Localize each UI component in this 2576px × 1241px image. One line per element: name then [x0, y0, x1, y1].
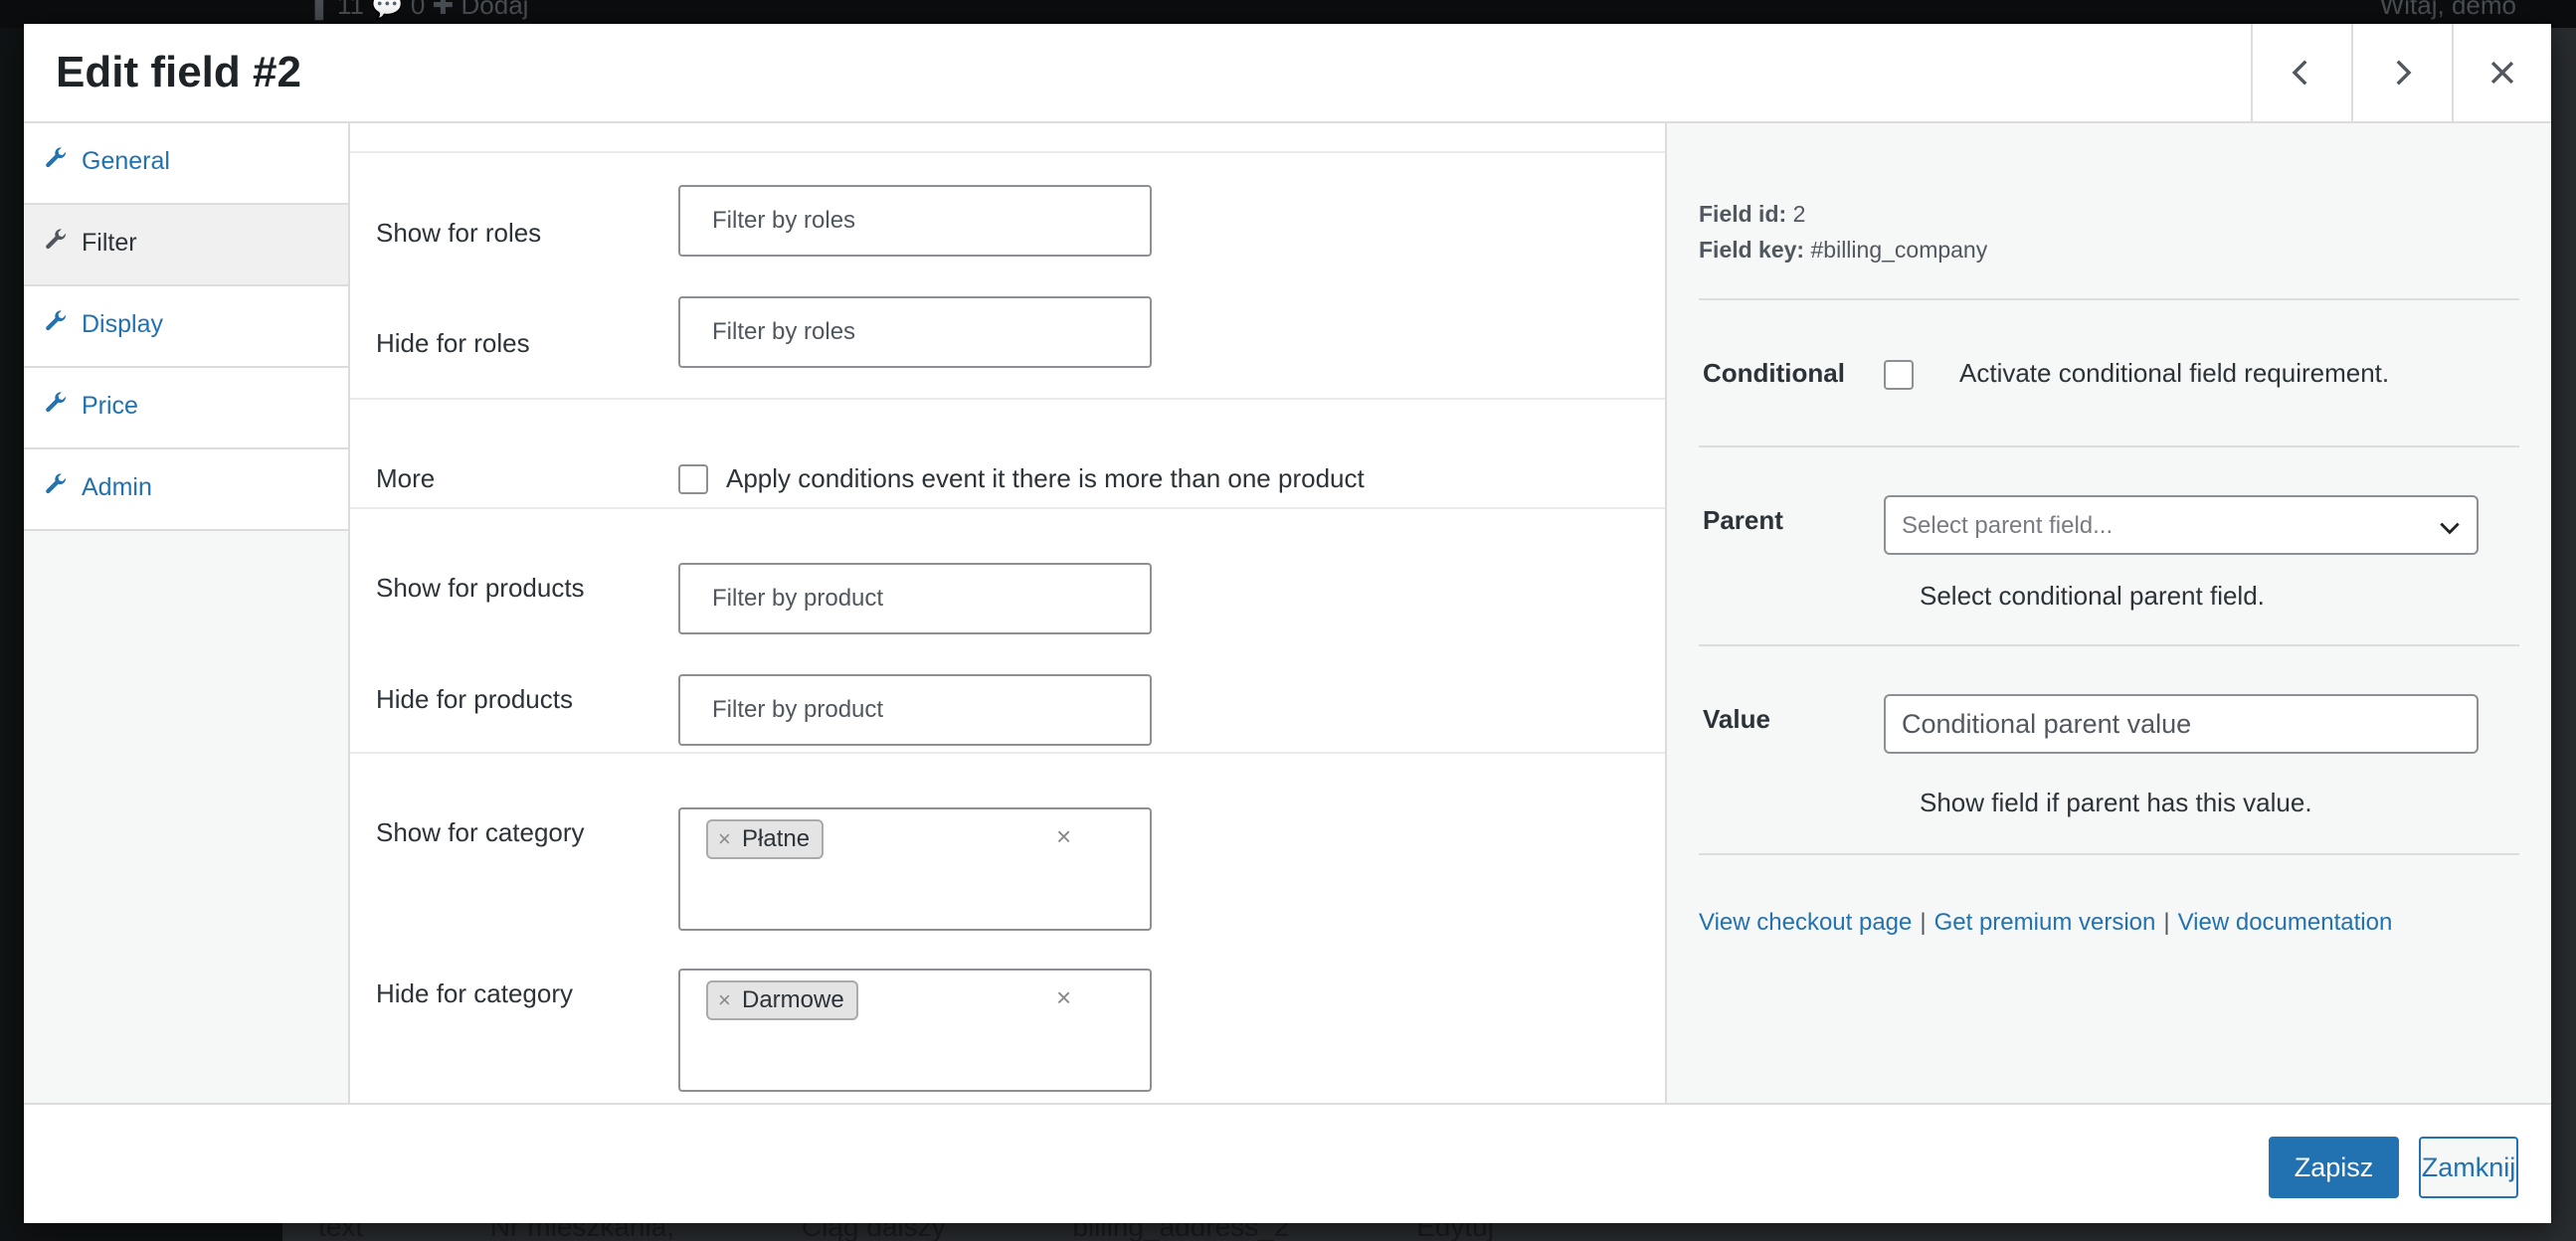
documentation-link[interactable]: View documentation: [2178, 909, 2393, 936]
chevron-right-icon: [2396, 60, 2412, 86]
save-button[interactable]: Zapisz: [2269, 1137, 2399, 1198]
wrench-icon: [46, 229, 67, 250]
admin-bar-greeting: Witaj, demo: [2379, 0, 2516, 20]
footer-links: View checkout page | Get premium version | V…: [1699, 909, 2392, 937]
field-key-label: Field key:: [1699, 237, 1805, 263]
wrench-icon: [46, 310, 67, 331]
divider: [350, 151, 1665, 153]
more-label: More: [376, 463, 436, 493]
field-settings-nav: General Filter Display Price Admin: [24, 123, 350, 1103]
hide-category-select[interactable]: × Darmowe ×: [678, 969, 1152, 1092]
conditional-label: Conditional: [1703, 358, 1845, 388]
hide-roles-input[interactable]: [678, 296, 1152, 368]
field-id-label: Field id:: [1699, 201, 1787, 227]
modal-header: Edit field #2: [24, 24, 2551, 123]
hide-products-input[interactable]: [678, 674, 1152, 746]
nav-item-label: Display: [82, 310, 163, 338]
view-checkout-link[interactable]: View checkout page: [1699, 909, 1912, 936]
more-products-checkbox[interactable]: [678, 464, 708, 494]
close-modal-button[interactable]: [2452, 24, 2551, 121]
nav-item-label: Filter: [82, 229, 137, 257]
show-roles-input[interactable]: [678, 185, 1152, 257]
nav-item-price[interactable]: Price: [24, 368, 348, 449]
divider: [350, 507, 1665, 509]
nav-item-label: Price: [82, 392, 138, 420]
divider: [1699, 644, 2519, 646]
premium-version-link[interactable]: Get premium version: [1934, 909, 2156, 936]
clear-selection-icon[interactable]: ×: [1056, 982, 1071, 1013]
conditional-checkbox[interactable]: [1884, 360, 1914, 390]
hide-products-label: Hide for products: [376, 684, 573, 714]
field-key-value: #billing_company: [1810, 237, 1988, 263]
conditional-checkbox-label: Activate conditional field requirement.: [1959, 358, 2390, 388]
divider: [1699, 298, 2519, 300]
next-field-button[interactable]: [2351, 24, 2451, 121]
wrench-icon: [46, 473, 67, 494]
divider: [350, 398, 1665, 400]
parent-field-placeholder: Select parent field...: [1902, 512, 2114, 539]
edit-field-modal: Edit field #2 General Filter Display Pri…: [24, 24, 2551, 1223]
nav-item-display[interactable]: Display: [24, 286, 348, 368]
filter-form: Show for roles Hide for roles More Apply…: [350, 123, 1667, 1103]
field-id-value: 2: [1792, 201, 1806, 227]
modal-footer: Zapisz Zamknij: [24, 1103, 2551, 1223]
divider: [350, 752, 1665, 754]
show-roles-label: Show for roles: [376, 218, 542, 248]
field-id: Field id: 2: [1699, 201, 1805, 228]
parent-field-select[interactable]: Select parent field...: [1884, 495, 2479, 555]
divider: [1699, 853, 2519, 855]
admin-bar-left-items: ❚ 11 💬 0 ✚ Dodaj: [308, 0, 529, 20]
conditional-value-input[interactable]: [1884, 694, 2479, 754]
nav-item-filter[interactable]: Filter: [24, 205, 348, 286]
token-label: Płatne: [742, 825, 811, 852]
chevron-down-icon: [2440, 522, 2460, 535]
modal-title: Edit field #2: [56, 48, 301, 96]
value-label: Value: [1703, 704, 1770, 734]
clear-selection-icon[interactable]: ×: [1056, 821, 1071, 852]
link-separator: |: [1920, 909, 1927, 936]
category-token: × Darmowe: [706, 980, 858, 1020]
chevron-left-icon: [2292, 60, 2307, 86]
show-products-label: Show for products: [376, 573, 585, 603]
remove-token-icon[interactable]: ×: [718, 826, 731, 852]
wrench-icon: [46, 392, 67, 413]
conditional-settings-panel: Field id: 2 Field key: #billing_company …: [1667, 123, 2551, 1103]
previous-field-button[interactable]: [2251, 24, 2350, 121]
show-category-label: Show for category: [376, 817, 585, 847]
nav-item-admin[interactable]: Admin: [24, 449, 348, 531]
nav-item-general[interactable]: General: [24, 123, 348, 205]
close-icon: [2490, 61, 2514, 85]
wrench-icon: [46, 147, 67, 168]
hide-category-label: Hide for category: [376, 978, 573, 1008]
more-products-checkbox-label: Apply conditions event it there is more …: [726, 463, 1365, 493]
link-separator: |: [2163, 909, 2170, 936]
parent-label: Parent: [1703, 505, 1783, 535]
hide-roles-label: Hide for roles: [376, 328, 530, 358]
parent-help-text: Select conditional parent field.: [1920, 581, 2265, 611]
token-label: Darmowe: [742, 986, 844, 1013]
nav-item-label: General: [82, 147, 170, 175]
field-key: Field key: #billing_company: [1699, 237, 1987, 264]
value-help-text: Show field if parent has this value.: [1920, 788, 2312, 817]
category-token: × Płatne: [706, 819, 825, 859]
close-button[interactable]: Zamknij: [2419, 1137, 2518, 1198]
nav-item-label: Admin: [82, 473, 152, 501]
show-category-select[interactable]: × Płatne ×: [678, 807, 1152, 931]
show-products-input[interactable]: [678, 563, 1152, 634]
remove-token-icon[interactable]: ×: [718, 987, 731, 1013]
divider: [1699, 445, 2519, 447]
